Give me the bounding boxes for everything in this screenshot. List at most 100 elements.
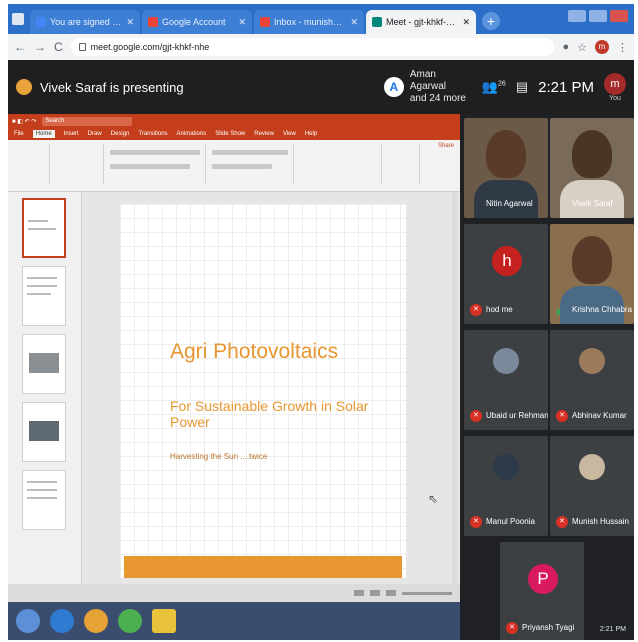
- sorter-view-icon[interactable]: [370, 590, 380, 596]
- editing-group[interactable]: [384, 144, 420, 184]
- ppt-search-input[interactable]: Search: [42, 116, 133, 126]
- participant-tile[interactable]: ✕ Munish Hussain: [550, 436, 634, 536]
- slide-thumb-5[interactable]: [22, 470, 66, 530]
- profile-avatar[interactable]: m: [595, 40, 609, 54]
- ribbon-tab-draw[interactable]: Draw: [88, 131, 102, 137]
- tab-signed-in[interactable]: You are signed in as ganesh675... ✕: [30, 10, 140, 34]
- participant-name: Ubaid ur Rehman: [486, 411, 548, 420]
- back-button[interactable]: ←: [14, 40, 26, 54]
- ribbon-tab-design[interactable]: Design: [111, 131, 130, 137]
- slide-thumb-2[interactable]: [22, 266, 66, 326]
- window-menu-icon[interactable]: [12, 13, 24, 25]
- folder-icon[interactable]: [152, 609, 176, 633]
- minimize-button[interactable]: [568, 10, 586, 22]
- ribbon-tab-home[interactable]: Home: [32, 130, 55, 138]
- address-bar[interactable]: meet.google.com/gjt-khkf-nhe: [70, 38, 555, 56]
- current-slide[interactable]: Agri Photovoltaics For Sustainable Growt…: [120, 204, 406, 578]
- lock-icon[interactable]: [78, 43, 86, 51]
- mic-off-icon: ✕: [470, 410, 482, 422]
- close-icon[interactable]: ✕: [350, 17, 358, 28]
- ribbon-tab-insert[interactable]: Insert: [64, 131, 79, 137]
- participant-name: Vivek Saraf: [572, 199, 613, 208]
- self-avatar: m: [604, 72, 626, 95]
- self-view[interactable]: m You: [604, 72, 626, 102]
- menu-icon[interactable]: ⋮: [617, 41, 628, 54]
- ppt-title-bar: ■ ◧ ↶ ↷ Search: [8, 114, 460, 128]
- guest-avatar[interactable]: A: [383, 77, 404, 97]
- ribbon-tab-help[interactable]: Help: [305, 131, 317, 137]
- windows-taskbar: [8, 602, 460, 640]
- participant-tile[interactable]: h ✕ hod me: [464, 224, 548, 324]
- chrome-icon[interactable]: [118, 609, 142, 633]
- close-window-button[interactable]: [610, 10, 628, 22]
- font-group[interactable]: [106, 144, 206, 184]
- participant-tile[interactable]: ▮ Krishna Chhabra: [550, 224, 634, 324]
- paragraph-group[interactable]: [208, 144, 294, 184]
- ribbon-tab-review[interactable]: Review: [254, 131, 274, 137]
- close-icon[interactable]: ✕: [462, 17, 470, 28]
- participant-photo: [493, 348, 519, 374]
- mic-off-icon: ✕: [470, 304, 482, 316]
- designer-group[interactable]: [422, 144, 452, 184]
- tab-gmail-inbox[interactable]: Inbox - munish@mbs...tabad ✕: [254, 10, 364, 34]
- reading-view-icon[interactable]: [386, 590, 396, 596]
- slide-thumb-1[interactable]: [22, 198, 66, 258]
- tab-label: You are signed in as ganesh675...: [50, 17, 122, 27]
- gmail-icon: [260, 17, 270, 27]
- participant-video: [486, 130, 526, 178]
- star-icon[interactable]: ☆: [577, 41, 587, 54]
- slide-scrollbar[interactable]: [452, 192, 458, 584]
- normal-view-icon[interactable]: [354, 590, 364, 596]
- participant-tile[interactable]: ✕ Abhinav Kumar: [550, 330, 634, 430]
- ribbon-tab-slideshow[interactable]: Slide Show: [215, 131, 245, 137]
- mic-off-icon: ✕: [556, 516, 568, 528]
- media-player-icon[interactable]: [84, 609, 108, 633]
- start-button-icon[interactable]: [16, 609, 40, 633]
- reload-button[interactable]: C: [54, 40, 63, 54]
- participant-name: Manul Poonia: [486, 517, 535, 526]
- participant-tile[interactable]: ✕ Manul Poonia: [464, 436, 548, 536]
- new-tab-button[interactable]: +: [482, 12, 500, 30]
- ribbon-tab-transitions[interactable]: Transitions: [138, 131, 167, 137]
- participant-photo: [579, 454, 605, 480]
- slide-thumb-4[interactable]: [22, 402, 66, 462]
- slide-thumb-3[interactable]: [22, 334, 66, 394]
- participant-photo: [493, 454, 519, 480]
- key-icon[interactable]: ●: [562, 41, 569, 53]
- maximize-button[interactable]: [589, 10, 607, 22]
- participant-name: Munish Hussain: [572, 517, 629, 526]
- presenting-label: Vivek Saraf is presenting: [40, 79, 184, 95]
- guest-name: Aman Agarwal: [409, 69, 446, 92]
- tab-meet[interactable]: Meet - gjt-khkf-nhe ✕: [366, 10, 476, 34]
- participant-tile[interactable]: Nitin Agarwal: [464, 118, 548, 218]
- close-icon[interactable]: ✕: [126, 17, 134, 28]
- participant-tile[interactable]: ✕ Ubaid ur Rehman: [464, 330, 548, 430]
- forward-button[interactable]: →: [34, 40, 46, 54]
- chat-icon[interactable]: ▤: [516, 79, 528, 95]
- ppt-ribbon: Share: [8, 140, 460, 192]
- ppt-status-bar: [8, 584, 460, 602]
- autosave-toggle[interactable]: ■ ◧ ↶ ↷: [12, 118, 36, 125]
- monitor-screen: You are signed in as ganesh675... ✕ Goog…: [8, 4, 634, 640]
- self-label: You: [609, 94, 621, 102]
- tab-google-account[interactable]: Google Account ✕: [142, 10, 252, 34]
- drawing-group[interactable]: [296, 144, 382, 184]
- presentation-stage: ■ ◧ ↶ ↷ Search File Home Insert Draw Des…: [8, 114, 460, 602]
- slide-thumbnails: [8, 192, 82, 584]
- participant-video: [572, 236, 612, 284]
- people-icon[interactable]: 👥26: [482, 79, 506, 95]
- window-controls: [568, 10, 628, 22]
- zoom-slider[interactable]: [402, 591, 452, 595]
- participant-tile[interactable]: P ✕ Priyansh Tyagi: [500, 542, 584, 640]
- ribbon-tab-animations[interactable]: Animations: [177, 131, 207, 137]
- participant-name: Priyansh Tyagi: [522, 623, 575, 632]
- participant-tile[interactable]: Vivek Saraf: [550, 118, 634, 218]
- meeting-clock: 2:21 PM: [538, 78, 594, 96]
- participant-avatar: P: [528, 564, 558, 594]
- ribbon-tab-file[interactable]: File: [14, 131, 24, 137]
- slides-group[interactable]: [52, 144, 104, 184]
- ribbon-tab-view[interactable]: View: [283, 131, 296, 137]
- close-icon[interactable]: ✕: [238, 17, 246, 28]
- ie-icon[interactable]: [50, 609, 74, 633]
- clipboard-group[interactable]: [12, 144, 50, 184]
